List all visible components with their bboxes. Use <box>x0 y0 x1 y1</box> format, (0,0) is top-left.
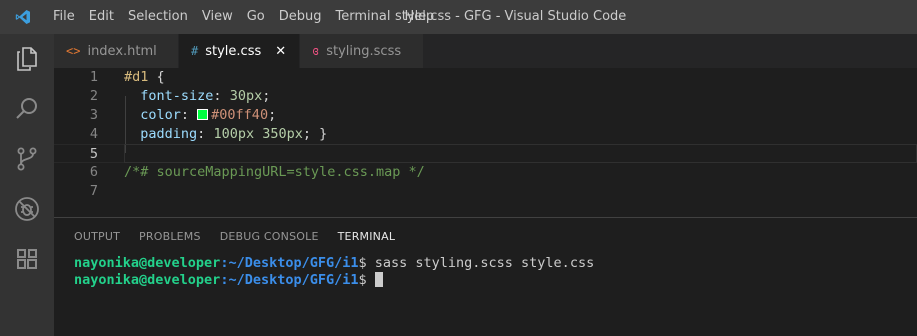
tab-styling-scss[interactable]: ɞ styling.scss <box>300 34 424 68</box>
code-line: 6 /*# sourceMappingURL=style.css.map */ <box>54 163 917 182</box>
tab-debug-console[interactable]: DEBUG CONSOLE <box>220 218 319 254</box>
debug-icon[interactable] <box>0 184 54 234</box>
extensions-icon[interactable] <box>0 234 54 284</box>
code-line: 1 #d1 { <box>54 68 917 87</box>
code-line: 3 color: #00ff40; <box>54 106 917 125</box>
tab-label: index.html <box>87 43 157 59</box>
menu-terminal[interactable]: Terminal <box>329 0 398 34</box>
tab-output[interactable]: OUTPUT <box>74 218 120 254</box>
search-icon[interactable] <box>0 84 54 134</box>
title-bar: File Edit Selection View Go Debug Termin… <box>0 0 917 34</box>
current-line-highlight <box>124 144 917 163</box>
activity-bar <box>0 34 54 336</box>
tab-label: style.css <box>205 43 262 59</box>
css-selector: #d1 <box>124 69 149 85</box>
terminal-prompt: $ <box>358 272 375 288</box>
tab-terminal[interactable]: TERMINAL <box>338 218 396 254</box>
menu-debug[interactable]: Debug <box>272 0 329 34</box>
line-number: 5 <box>89 146 98 162</box>
code-line: 7 <box>54 182 917 201</box>
terminal-command: sass styling.scss style.css <box>374 255 595 271</box>
brace: { <box>148 69 165 85</box>
css-property: color <box>140 107 181 123</box>
line-number: 7 <box>89 183 98 199</box>
editor-tabs: <> index.html # style.css ✕ ɞ styling.sc… <box>54 34 917 68</box>
css-value: 350px <box>262 126 303 142</box>
tab-style-css[interactable]: # style.css ✕ <box>179 34 300 68</box>
html-file-icon: <> <box>66 44 81 58</box>
menu-bar: File Edit Selection View Go Debug Termin… <box>46 0 441 34</box>
css-property: font-size <box>140 88 214 104</box>
code-line: 2 font-size: 30px; <box>54 87 917 106</box>
terminal-user: nayonika@developer <box>74 272 221 288</box>
terminal-user: nayonika@developer <box>74 255 221 271</box>
vscode-logo-icon <box>0 0 46 34</box>
panel-tabs: OUTPUT PROBLEMS DEBUG CONSOLE TERMINAL <box>54 218 917 254</box>
close-icon[interactable]: ✕ <box>275 44 286 59</box>
css-file-icon: # <box>191 44 199 58</box>
menu-go[interactable]: Go <box>240 0 272 34</box>
css-value: 30px <box>229 88 263 104</box>
tab-index-html[interactable]: <> index.html <box>54 34 179 68</box>
code-line: 4 padding: 100px 350px; } <box>54 125 917 144</box>
menu-file[interactable]: File <box>46 0 82 34</box>
terminal-path: :~/Desktop/GFG/i1 <box>220 272 359 288</box>
tab-problems[interactable]: PROBLEMS <box>139 218 201 254</box>
menu-selection[interactable]: Selection <box>121 0 195 34</box>
css-value: 100px <box>213 126 255 142</box>
terminal-line: nayonika@developer:~/Desktop/GFG/i1$ <box>74 272 594 289</box>
scss-file-icon: ɞ <box>312 44 320 58</box>
menu-edit[interactable]: Edit <box>82 0 121 34</box>
brace: ; } <box>302 126 328 142</box>
css-value: #00ff40 <box>211 107 269 123</box>
terminal[interactable]: nayonika@developer:~/Desktop/GFG/i1$ sas… <box>74 255 594 289</box>
line-number: 6 <box>89 164 98 180</box>
code-line-current: 5 <box>54 144 917 163</box>
terminal-prompt: $ <box>358 255 375 271</box>
menu-help[interactable]: Help <box>397 0 441 34</box>
css-property: padding <box>140 126 198 142</box>
terminal-cursor <box>374 272 383 287</box>
line-number: 1 <box>89 69 98 85</box>
explorer-icon[interactable] <box>0 34 54 84</box>
code-editor[interactable]: 1 #d1 { 2 font-size: 30px; 3 color: #00f… <box>54 68 917 217</box>
terminal-line: nayonika@developer:~/Desktop/GFG/i1$ sas… <box>74 255 594 272</box>
source-control-icon[interactable] <box>0 134 54 184</box>
tab-label: styling.scss <box>326 43 402 59</box>
terminal-path: :~/Desktop/GFG/i1 <box>220 255 359 271</box>
menu-view[interactable]: View <box>195 0 240 34</box>
line-number: 4 <box>89 126 98 142</box>
color-swatch[interactable] <box>197 109 209 120</box>
line-number: 2 <box>89 88 98 104</box>
bottom-panel: OUTPUT PROBLEMS DEBUG CONSOLE TERMINAL n… <box>54 217 917 336</box>
line-number: 3 <box>89 107 98 123</box>
code-comment: /*# sourceMappingURL=style.css.map */ <box>124 164 425 180</box>
